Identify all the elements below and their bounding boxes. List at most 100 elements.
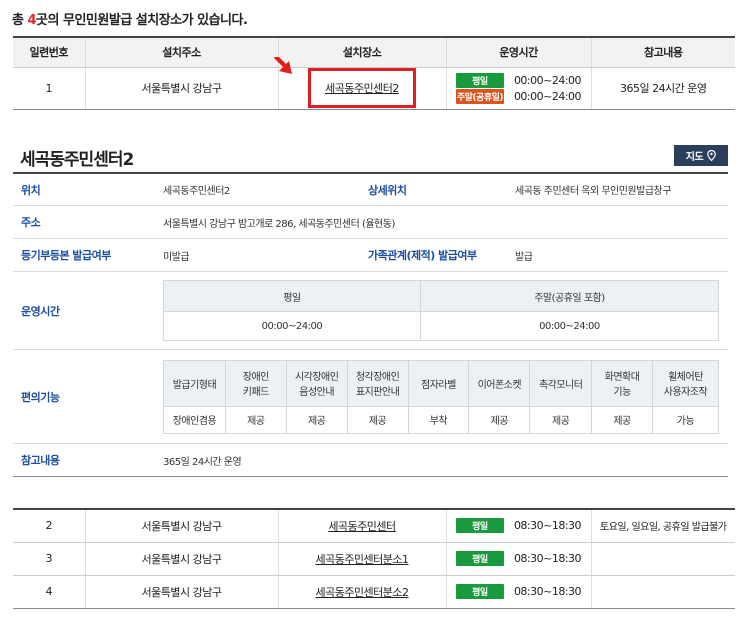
selected-highlight-box: 세곡동주민센터2 [308, 68, 416, 108]
detail-row-issuance: 등기부등본 발급여부 미발급 가족관계(제적) 발급여부 발급 [13, 239, 728, 272]
row-place-cell: 세곡동주민센터 [277, 509, 446, 543]
weekday-hours: 08:30~18:30 [513, 519, 582, 533]
note-label: 참고내용 [21, 454, 60, 467]
conv-header: 촉각모니터 [529, 359, 593, 407]
col-header-note: 참고내용 [590, 37, 735, 68]
hours-header-weekday: 평일 [163, 280, 421, 312]
address-value: 서울특별시 강남구 밤고개로 286, 세곡동주민센터 (율현동) [163, 218, 395, 230]
conv-header: 점자라벨 [407, 359, 470, 407]
location-label: 위치 [21, 183, 41, 197]
detail-location-value: 세곡동 주민센터 옥외 무인민원발급창구 [515, 186, 671, 197]
detail-row-location: 위치 세곡동주민센터2 상세위치 세곡동 주민센터 옥외 무인민원발급창구 [13, 174, 728, 206]
row-hours: 평일 08:30~18:30 [445, 575, 591, 609]
detail-row-address: 주소 서울특별시 강남구 밤고개로 286, 세곡동주민센터 (율현동) [13, 206, 728, 239]
map-pin-icon [707, 150, 717, 161]
registry-value: 미발급 [163, 251, 190, 263]
holiday-badge: 주말(공휴일) [455, 88, 504, 104]
detail-panel: 위치 세곡동주민센터2 상세위치 세곡동 주민센터 옥외 무인민원발급창구 주소… [13, 172, 728, 477]
conv-value: 부착 [407, 405, 470, 434]
row-note [590, 575, 735, 609]
row-no: 3 [13, 542, 85, 576]
weekday-hours: 00:00~24:00 [513, 73, 582, 87]
summary-prefix: 총 [12, 13, 28, 28]
place-link[interactable]: 세곡동주민센터2 [325, 82, 399, 95]
row-address: 서울특별시 강남구 [84, 509, 278, 543]
summary-suffix: 곳의 무인민원발급 설치장소가 있습니다. [36, 13, 248, 28]
conv-header: 발급기형태 [163, 359, 226, 407]
row-hours: 평일 08:30~18:30 [445, 509, 591, 543]
pointer-arrow-icon [274, 57, 292, 74]
detail-row-convenience: 편의기능 발급기형태 장애인 키패드 시각장애인 음성안내 청각장애인 표지판안내 점자… [13, 350, 728, 444]
holiday-hours: 00:00~24:00 [513, 89, 582, 103]
conv-value: 제공 [468, 405, 531, 434]
place-link[interactable]: 세곡동주민센터 [328, 520, 396, 533]
conv-header: 이어폰소켓 [468, 359, 531, 407]
table-row: 3 서울특별시 강남구 세곡동주민센터분소1 평일 08:30~18:30 [13, 542, 735, 576]
detail-row-hours: 운영시간 평일 주말(공휴일 포함) 00:00~24:00 00:00~24:… [13, 272, 728, 350]
weekday-badge: 평일 [455, 551, 504, 566]
table-row: 2 서울특별시 강남구 세곡동주민센터 평일 08:30~18:30 토요일, 일요일, … [13, 509, 735, 543]
weekday-hours: 08:30~18:30 [513, 552, 582, 565]
row-no: 1 [13, 67, 85, 110]
weekday-badge: 평일 [455, 518, 504, 534]
location-table-rest: 2 서울특별시 강남구 세곡동주민센터 평일 08:30~18:30 토요일, 일요일, … [13, 508, 735, 609]
result-count: 4 [27, 13, 37, 28]
conv-header: 휠체어탄 사용자조작 [652, 359, 719, 407]
col-header-hours: 운영시간 [445, 37, 591, 68]
place-link[interactable]: 세곡동주민센터분소1 [315, 553, 409, 566]
conv-value: 장애인겸용 [163, 405, 226, 434]
col-header-address: 설치주소 [84, 37, 278, 68]
conv-value: 가능 [652, 405, 719, 434]
conv-value: 제공 [224, 405, 287, 434]
row-hours: 평일 00:00~24:00 주말(공휴일) 00:00~24:00 [445, 67, 591, 110]
row-place-cell: 세곡동주민센터분소1 [277, 542, 446, 576]
row-place-cell: 세곡동주민센터분소2 [277, 575, 446, 609]
row-place-cell: 세곡동주민센터2 [277, 67, 446, 110]
hours-table: 평일 주말(공휴일 포함) 00:00~24:00 00:00~24:00 [163, 280, 720, 341]
conv-value: 제공 [591, 405, 653, 434]
conv-value: 제공 [285, 405, 348, 434]
row-address: 서울특별시 강남구 [84, 67, 278, 110]
conv-value: 제공 [529, 405, 593, 434]
detail-title: 세곡동주민센터2 [20, 150, 134, 170]
location-table: 일련번호 설치주소 설치장소 운영시간 참고내용 1 서울특별시 강남구 세곡동… [13, 36, 735, 110]
col-header-place: 설치장소 [277, 37, 446, 68]
table-header-row: 일련번호 설치주소 설치장소 운영시간 참고내용 [13, 37, 735, 68]
map-button[interactable]: 지도 [674, 145, 728, 166]
registry-label: 등기부등본 발급여부 [21, 249, 111, 262]
hours-header-holiday: 주말(공휴일 포함) [419, 280, 720, 312]
row-address: 서울특별시 강남구 [84, 542, 278, 576]
note-value: 365일 24시간 운영 [163, 456, 242, 468]
hours-label: 운영시간 [21, 304, 60, 318]
col-header-no: 일련번호 [13, 37, 85, 68]
row-no: 4 [13, 575, 85, 609]
weekday-hours: 08:30~18:30 [513, 585, 582, 598]
convenience-label: 편의기능 [21, 390, 60, 404]
map-button-label: 지도 [685, 152, 704, 163]
family-label: 가족관계(제적) 발급여부 [368, 249, 477, 262]
detail-location-label: 상세위치 [368, 183, 407, 197]
row-hours: 평일 08:30~18:30 [445, 542, 591, 576]
location-value: 세곡동주민센터2 [163, 186, 230, 197]
hours-value-weekday: 00:00~24:00 [163, 311, 421, 341]
table-row: 1 서울특별시 강남구 세곡동주민센터2 평일 00:00~24:00 주말(공… [13, 67, 735, 110]
conv-header: 시각장애인 음성안내 [285, 359, 348, 407]
row-no: 2 [13, 509, 85, 543]
conv-value: 제공 [346, 405, 409, 434]
row-note [590, 542, 735, 576]
detail-row-note: 참고내용 365일 24시간 운영 [13, 444, 728, 477]
weekday-badge: 평일 [455, 72, 504, 88]
conv-header: 장애인 키패드 [224, 359, 287, 407]
row-address: 서울특별시 강남구 [84, 575, 278, 609]
place-link[interactable]: 세곡동주민센터분소2 [315, 586, 409, 599]
conv-header: 화면확대 기능 [591, 359, 653, 407]
result-summary: 총 4곳의 무인민원발급 설치장소가 있습니다. [12, 9, 248, 28]
table-row: 4 서울특별시 강남구 세곡동주민센터분소2 평일 08:30~18:30 [13, 575, 735, 609]
row-note: 365일 24시간 운영 [590, 67, 735, 110]
address-label: 주소 [21, 216, 41, 229]
convenience-table: 발급기형태 장애인 키패드 시각장애인 음성안내 청각장애인 표지판안내 점자라벨 이어폰… [163, 359, 719, 434]
weekday-badge: 평일 [455, 584, 504, 599]
family-value: 발급 [515, 251, 533, 263]
row-note: 토요일, 일요일, 공휴일 발급불가 [590, 509, 735, 543]
conv-header: 청각장애인 표지판안내 [346, 359, 409, 407]
